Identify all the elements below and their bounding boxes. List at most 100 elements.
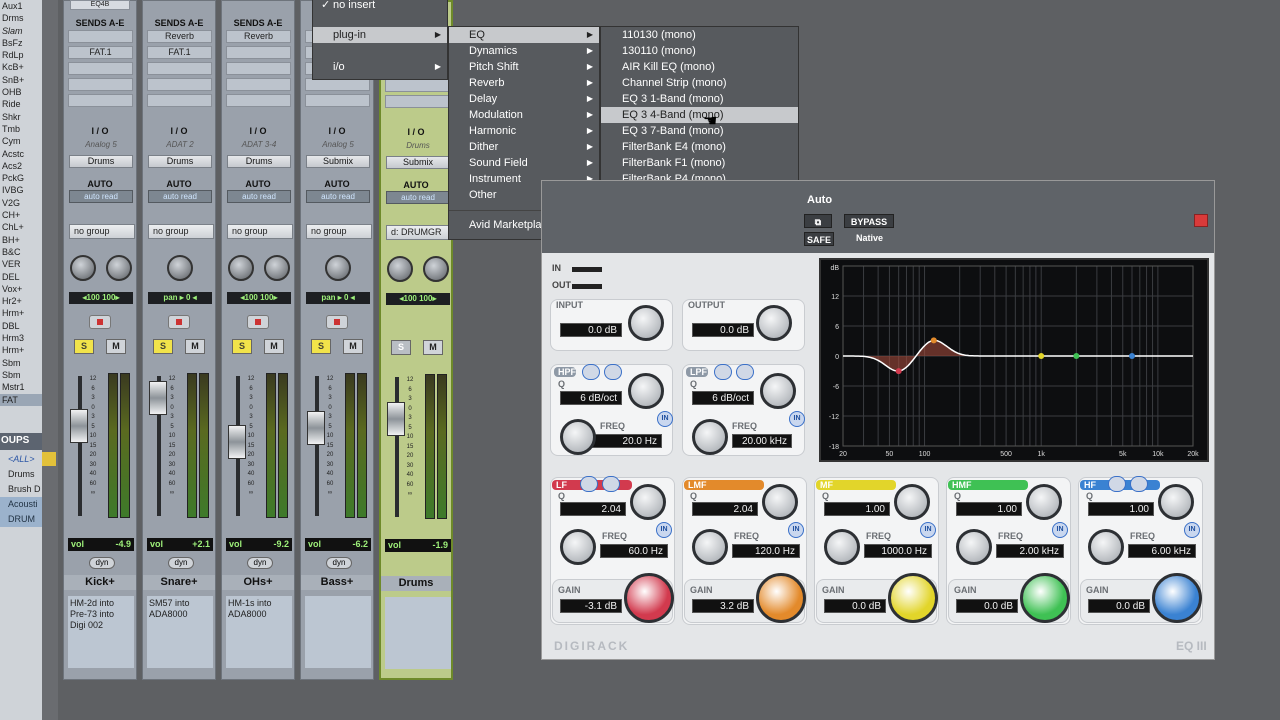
- automation-mode[interactable]: auto read: [227, 190, 291, 203]
- send-slot[interactable]: [68, 94, 133, 107]
- input-selector[interactable]: ADAT 2: [148, 140, 212, 152]
- group-list-item[interactable]: Brush D: [0, 482, 42, 497]
- track-list-item[interactable]: Mstr1: [0, 381, 42, 393]
- automation-mode[interactable]: auto read: [386, 191, 450, 204]
- track-list-item[interactable]: KcB+: [0, 61, 42, 73]
- send-slot[interactable]: [68, 62, 133, 75]
- gain-display[interactable]: 0.0 dB: [1088, 599, 1150, 613]
- menu-no-insert[interactable]: ✓ no insert: [313, 0, 447, 15]
- freq-knob[interactable]: [560, 529, 596, 565]
- send-slot[interactable]: [226, 94, 291, 107]
- input-gain-knob[interactable]: [628, 305, 664, 341]
- eq-plugin-item[interactable]: EQ 3 1-Band (mono): [601, 91, 798, 107]
- track-list-item[interactable]: Sbm: [0, 357, 42, 369]
- gain-knob[interactable]: [888, 573, 938, 623]
- track-list-item[interactable]: FAT: [0, 393, 42, 406]
- group-list-item[interactable]: Acousti: [0, 497, 42, 512]
- input-gain-display[interactable]: 0.0 dB: [560, 323, 622, 337]
- gain-knob[interactable]: [1020, 573, 1070, 623]
- pan-knob[interactable]: [325, 255, 351, 281]
- track-name[interactable]: Snare+: [143, 575, 215, 590]
- q-display[interactable]: 1.00: [1088, 502, 1154, 516]
- track-list[interactable]: Aux1 Drms Slam BsFz RdLp KcB+ SnB+ OHB Ride Shkr T…: [0, 0, 42, 720]
- eq-plugin-item[interactable]: 130110 (mono): [601, 43, 798, 59]
- menu-category-item[interactable]: Sound Field ▶: [449, 155, 599, 171]
- freq-knob[interactable]: [692, 529, 728, 565]
- track-list-item[interactable]: BH+: [0, 234, 42, 246]
- output-selector[interactable]: Submix: [386, 156, 450, 169]
- send-slot[interactable]: [385, 95, 450, 108]
- band-in-button[interactable]: IN: [1052, 522, 1068, 538]
- menu-category-item[interactable]: Modulation ▶: [449, 107, 599, 123]
- lpf-slope-display[interactable]: 6 dB/oct: [692, 391, 754, 405]
- band-shape-icon[interactable]: [580, 476, 598, 492]
- menu-category-item[interactable]: Dynamics ▶: [449, 43, 599, 59]
- lpf-shape-icon[interactable]: [714, 364, 732, 380]
- groups-list[interactable]: <ALL> Drums Brush D Acousti DRUM: [0, 452, 42, 527]
- eq-plugin-item[interactable]: FilterBank E4 (mono): [601, 139, 798, 155]
- group-list-item[interactable]: DRUM: [0, 512, 42, 527]
- record-button[interactable]: [168, 315, 190, 329]
- track-list-item[interactable]: RdLp: [0, 49, 42, 61]
- band-in-button[interactable]: IN: [788, 522, 804, 538]
- solo-button[interactable]: S: [311, 339, 331, 354]
- band-shelf-icon[interactable]: [1130, 476, 1148, 492]
- volume-display[interactable]: vol -4.9: [68, 538, 134, 551]
- eq-plugin-item[interactable]: 110130 (mono): [601, 27, 798, 43]
- hpf-slope-icon[interactable]: [604, 364, 622, 380]
- track-list-item[interactable]: Vox+: [0, 283, 42, 295]
- track-list-item[interactable]: Acstc: [0, 148, 42, 160]
- eq-plugin-item[interactable]: EQ 3 4-Band (mono): [601, 107, 798, 123]
- track-list-item[interactable]: Hr2+: [0, 295, 42, 307]
- track-name[interactable]: Drums: [381, 576, 451, 591]
- insert-menu[interactable]: ✓ no insert plug-in ▶ i/o ▶: [312, 0, 448, 80]
- send-slot[interactable]: Reverb: [147, 30, 212, 43]
- menu-category-item[interactable]: Delay ▶: [449, 91, 599, 107]
- dyn-button[interactable]: dyn: [89, 557, 115, 569]
- send-slot[interactable]: [226, 78, 291, 91]
- track-list-item[interactable]: Aux1: [0, 0, 42, 12]
- insert-slot[interactable]: EQ4B: [70, 0, 130, 10]
- track-name[interactable]: Bass+: [301, 575, 373, 590]
- group-selector[interactable]: no group: [69, 224, 135, 239]
- send-slot[interactable]: [305, 94, 370, 107]
- record-button[interactable]: [247, 315, 269, 329]
- send-slot[interactable]: FAT.1: [68, 46, 133, 59]
- gain-display[interactable]: 3.2 dB: [692, 599, 754, 613]
- output-gain-display[interactable]: 0.0 dB: [692, 323, 754, 337]
- pan-right-knob[interactable]: [264, 255, 290, 281]
- send-slot[interactable]: [147, 78, 212, 91]
- send-slot[interactable]: [385, 79, 450, 92]
- solo-button[interactable]: S: [153, 339, 173, 354]
- solo-button[interactable]: S: [391, 340, 411, 355]
- gain-knob[interactable]: [1152, 573, 1202, 623]
- menu-category-item[interactable]: EQ ▶: [449, 27, 599, 43]
- mute-button[interactable]: M: [423, 340, 443, 355]
- menu-category-item[interactable]: Harmonic ▶: [449, 123, 599, 139]
- mute-button[interactable]: M: [264, 339, 284, 354]
- track-list-item[interactable]: ChL+: [0, 221, 42, 233]
- dyn-button[interactable]: dyn: [326, 557, 352, 569]
- gain-knob[interactable]: [624, 573, 674, 623]
- group-selector[interactable]: no group: [306, 224, 372, 239]
- menu-io[interactable]: i/o ▶: [313, 59, 447, 75]
- q-knob[interactable]: [630, 484, 666, 520]
- record-button[interactable]: [89, 315, 111, 329]
- menu-category-item[interactable]: Reverb ▶: [449, 75, 599, 91]
- freq-knob[interactable]: [956, 529, 992, 565]
- send-slot[interactable]: Reverb: [226, 30, 291, 43]
- pan-left-knob[interactable]: [387, 256, 413, 282]
- send-slot[interactable]: [68, 30, 133, 43]
- group-selector[interactable]: no group: [148, 224, 214, 239]
- track-list-item[interactable]: IVBG: [0, 184, 42, 196]
- freq-display[interactable]: 2.00 kHz: [996, 544, 1064, 558]
- automation-mode[interactable]: auto read: [306, 190, 370, 203]
- menu-category-item[interactable]: Pitch Shift ▶: [449, 59, 599, 75]
- pan-knob[interactable]: [167, 255, 193, 281]
- track-list-item[interactable]: V2G: [0, 197, 42, 209]
- track-list-item[interactable]: Ride: [0, 98, 42, 110]
- mute-button[interactable]: M: [343, 339, 363, 354]
- send-slot[interactable]: FAT.1: [147, 46, 212, 59]
- automation-mode[interactable]: auto read: [148, 190, 212, 203]
- q-knob[interactable]: [1026, 484, 1062, 520]
